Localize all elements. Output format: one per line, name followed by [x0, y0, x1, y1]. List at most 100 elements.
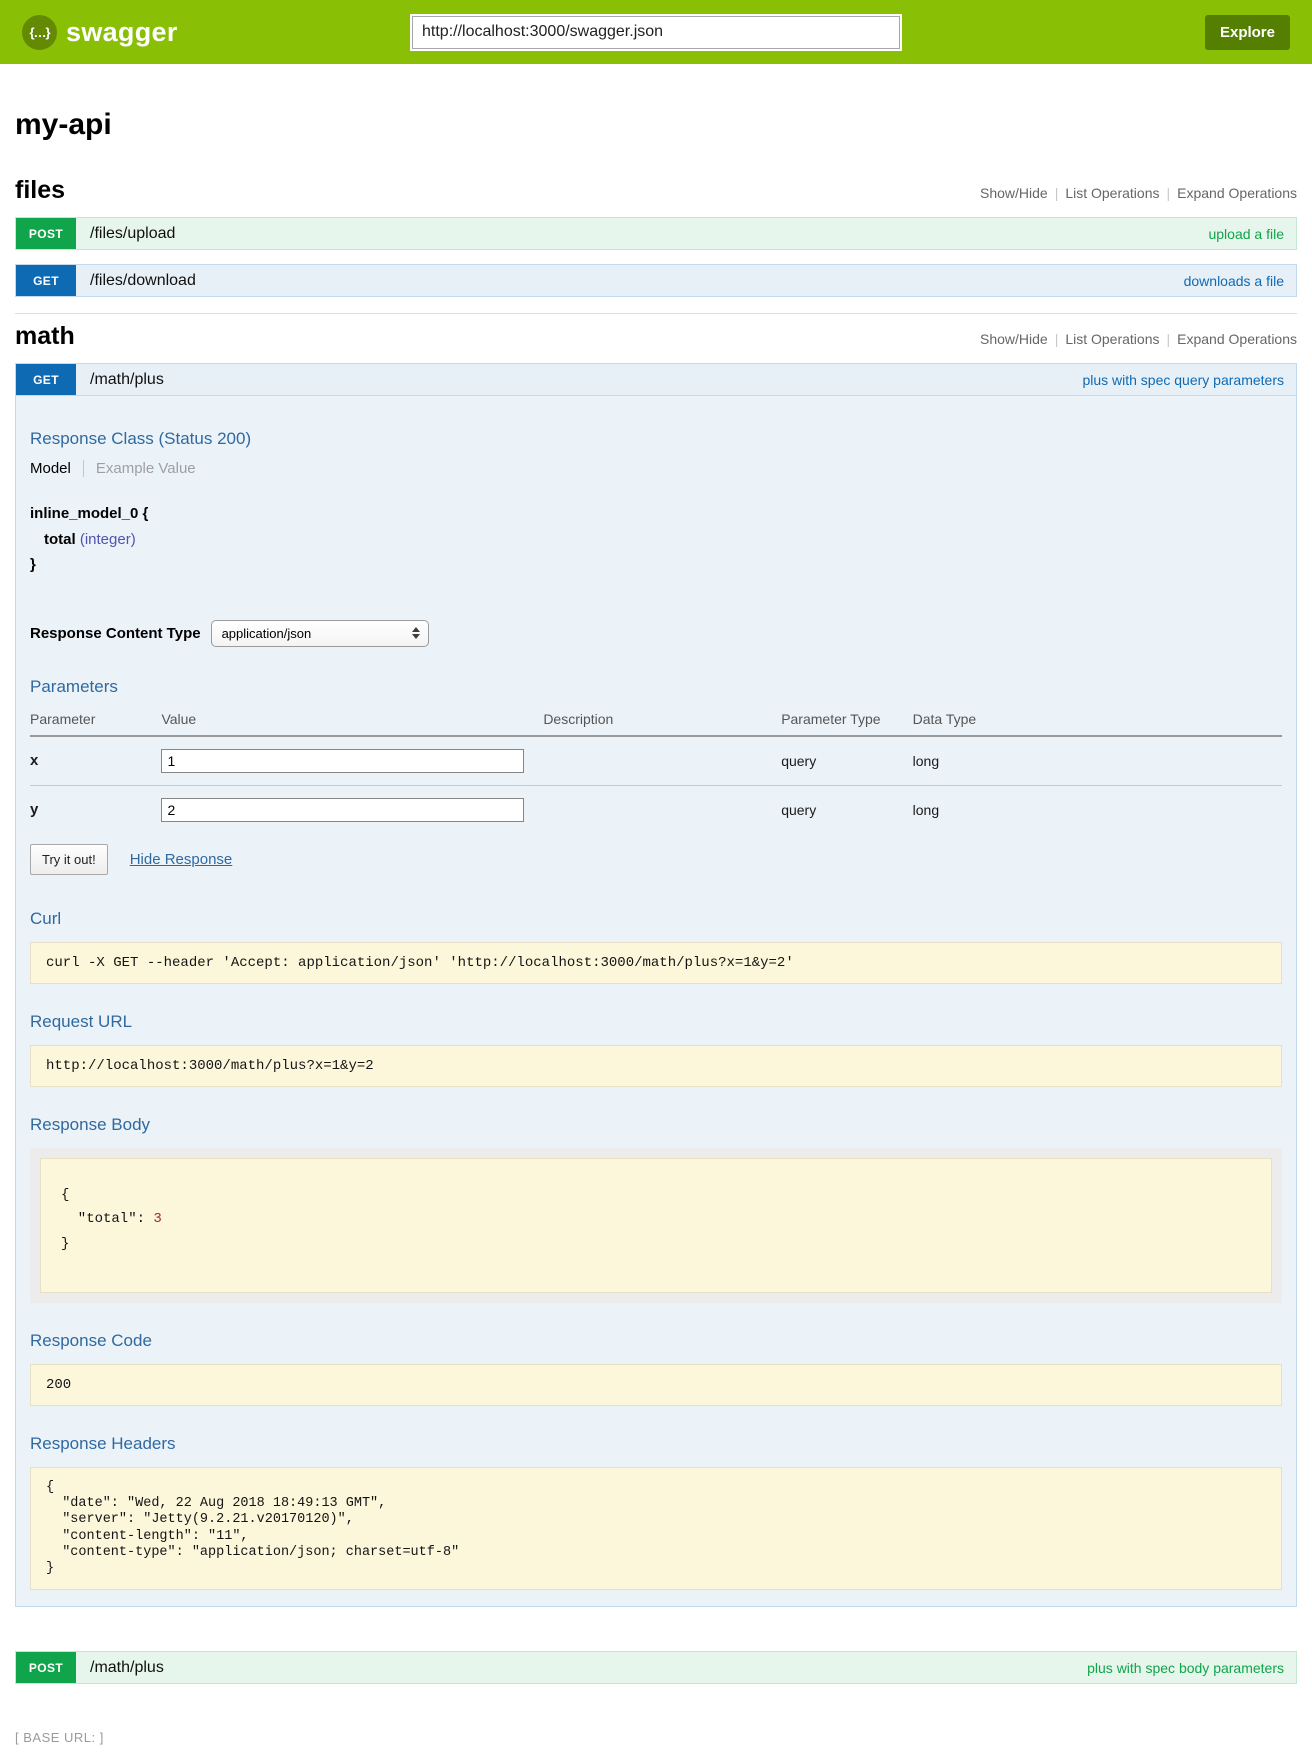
response-headers-title: Response Headers: [30, 1434, 1282, 1454]
param-name: y: [30, 785, 161, 834]
explore-button[interactable]: Explore: [1205, 15, 1290, 50]
response-body-title: Response Body: [30, 1115, 1282, 1135]
operation-expanded-content: Response Class (Status 200) Model Exampl…: [15, 396, 1297, 1607]
col-header-description: Description: [543, 707, 781, 736]
param-type: query: [781, 785, 912, 834]
response-headers-json: { "date": "Wed, 22 Aug 2018 18:49:13 GMT…: [46, 1480, 1266, 1577]
operation-summary-link[interactable]: downloads a file: [1184, 273, 1284, 289]
expand-operations-link[interactable]: Expand Operations: [1177, 185, 1297, 201]
section-controls: Show/Hide | List Operations | Expand Operati…: [980, 185, 1297, 201]
json-value: 3: [153, 1211, 161, 1227]
request-url: http://localhost:3000/math/plus?x=1&y=2: [46, 1058, 1266, 1074]
param-y-value-input[interactable]: [161, 798, 524, 822]
json-close-brace: }: [61, 1232, 1251, 1257]
response-body-box: { "total": 3 }: [40, 1158, 1272, 1294]
response-code-title: Response Code: [30, 1331, 1282, 1351]
json-total-line: "total": 3: [61, 1207, 1251, 1232]
separator: |: [1055, 331, 1059, 347]
param-name: x: [30, 736, 161, 786]
swagger-logo-link[interactable]: {…} swagger: [22, 15, 412, 50]
request-url-title: Request URL: [30, 1012, 1282, 1032]
operation-heading[interactable]: GET /math/plus plus with spec query para…: [15, 363, 1297, 396]
param-data-type: long: [913, 785, 1282, 834]
request-url-box: http://localhost:3000/math/plus?x=1&y=2: [30, 1045, 1282, 1087]
swagger-url-input[interactable]: [412, 16, 900, 49]
curl-title: Curl: [30, 909, 1282, 929]
param-description: [543, 785, 781, 834]
http-method-badge: GET: [16, 364, 76, 395]
col-header-parameter-type: Parameter Type: [781, 707, 912, 736]
response-content-type-value: application/json: [222, 626, 312, 641]
swagger-logo-icon: {…}: [22, 15, 57, 50]
operation-heading[interactable]: POST /files/upload upload a file: [15, 217, 1297, 250]
response-class-title: Response Class (Status 200): [30, 429, 1282, 449]
http-method-badge: POST: [16, 1652, 76, 1683]
parameters-table: Parameter Value Description Parameter Ty…: [30, 707, 1282, 834]
section-title-math[interactable]: math: [15, 322, 75, 351]
operation-post-math-plus: POST /math/plus plus with spec body para…: [15, 1651, 1297, 1684]
model-property-name: total: [44, 531, 76, 548]
show-hide-link[interactable]: Show/Hide: [980, 331, 1048, 347]
table-row-param-x: x query long: [30, 736, 1282, 786]
param-x-value-input[interactable]: [161, 749, 524, 773]
col-header-data-type: Data Type: [913, 707, 1282, 736]
try-it-out-button[interactable]: Try it out!: [30, 844, 108, 875]
hide-response-link[interactable]: Hide Response: [130, 851, 233, 868]
parameters-title: Parameters: [30, 677, 1282, 697]
list-operations-link[interactable]: List Operations: [1065, 185, 1159, 201]
param-description: [543, 736, 781, 786]
expand-operations-link[interactable]: Expand Operations: [1177, 331, 1297, 347]
section-controls: Show/Hide | List Operations | Expand Operati…: [980, 331, 1297, 347]
operation-path-link[interactable]: /files/download: [90, 272, 196, 290]
http-method-badge: GET: [16, 265, 76, 296]
http-method-badge: POST: [16, 218, 76, 249]
tab-model[interactable]: Model: [30, 460, 84, 477]
operation-path-link[interactable]: /math/plus: [90, 371, 164, 389]
table-row-param-y: y query long: [30, 785, 1282, 834]
response-body-container: { "total": 3 }: [30, 1148, 1282, 1304]
section-math: math Show/Hide | List Operations | Expand Op…: [15, 313, 1297, 1684]
model-tabs: Model Example Value: [30, 460, 1282, 477]
tab-example-value[interactable]: Example Value: [84, 460, 196, 477]
json-key: "total":: [61, 1211, 153, 1227]
json-open-brace: {: [61, 1183, 1251, 1208]
base-url-footer: [ BASE URL: ]: [15, 1730, 1297, 1745]
operation-path-link[interactable]: /math/plus: [90, 1659, 164, 1677]
model-signature: inline_model_0 { total (integer) }: [30, 501, 1282, 578]
operation-path-link[interactable]: /files/upload: [90, 225, 175, 243]
operation-post-files-upload: POST /files/upload upload a file: [15, 217, 1297, 250]
topbar: {…} swagger Explore: [0, 0, 1312, 64]
list-operations-link[interactable]: List Operations: [1065, 331, 1159, 347]
operation-heading[interactable]: GET /files/download downloads a file: [15, 264, 1297, 297]
response-content-type-label: Response Content Type: [30, 625, 201, 642]
model-property: total (integer): [30, 527, 1282, 553]
swagger-logo-text: swagger: [66, 17, 178, 48]
section-files: files Show/Hide | List Operations | Expand O…: [15, 176, 1297, 297]
model-open-brace: inline_model_0 {: [30, 501, 1282, 527]
section-title-files[interactable]: files: [15, 176, 65, 205]
separator: |: [1167, 185, 1171, 201]
operation-summary-link[interactable]: plus with spec query parameters: [1082, 372, 1284, 388]
model-close-brace: }: [30, 552, 1282, 578]
response-content-type-select[interactable]: application/json: [211, 620, 429, 647]
col-header-value: Value: [161, 707, 543, 736]
response-headers-box: { "date": "Wed, 22 Aug 2018 18:49:13 GMT…: [30, 1467, 1282, 1590]
curl-command: curl -X GET --header 'Accept: applicatio…: [46, 955, 1266, 971]
operation-get-files-download: GET /files/download downloads a file: [15, 264, 1297, 297]
separator: |: [1055, 185, 1059, 201]
separator: |: [1167, 331, 1171, 347]
operation-summary-link[interactable]: plus with spec body parameters: [1087, 1660, 1284, 1676]
response-code-box: 200: [30, 1364, 1282, 1406]
model-property-type: (integer): [80, 531, 136, 548]
curl-command-box: curl -X GET --header 'Accept: applicatio…: [30, 942, 1282, 984]
response-code: 200: [46, 1377, 1266, 1393]
page-title: my-api: [15, 108, 1297, 142]
show-hide-link[interactable]: Show/Hide: [980, 185, 1048, 201]
operation-heading[interactable]: POST /math/plus plus with spec body para…: [15, 1651, 1297, 1684]
param-type: query: [781, 736, 912, 786]
select-arrows-icon: [412, 627, 420, 639]
col-header-parameter: Parameter: [30, 707, 161, 736]
param-data-type: long: [913, 736, 1282, 786]
operation-get-math-plus: GET /math/plus plus with spec query para…: [15, 363, 1297, 1607]
operation-summary-link[interactable]: upload a file: [1208, 226, 1284, 242]
